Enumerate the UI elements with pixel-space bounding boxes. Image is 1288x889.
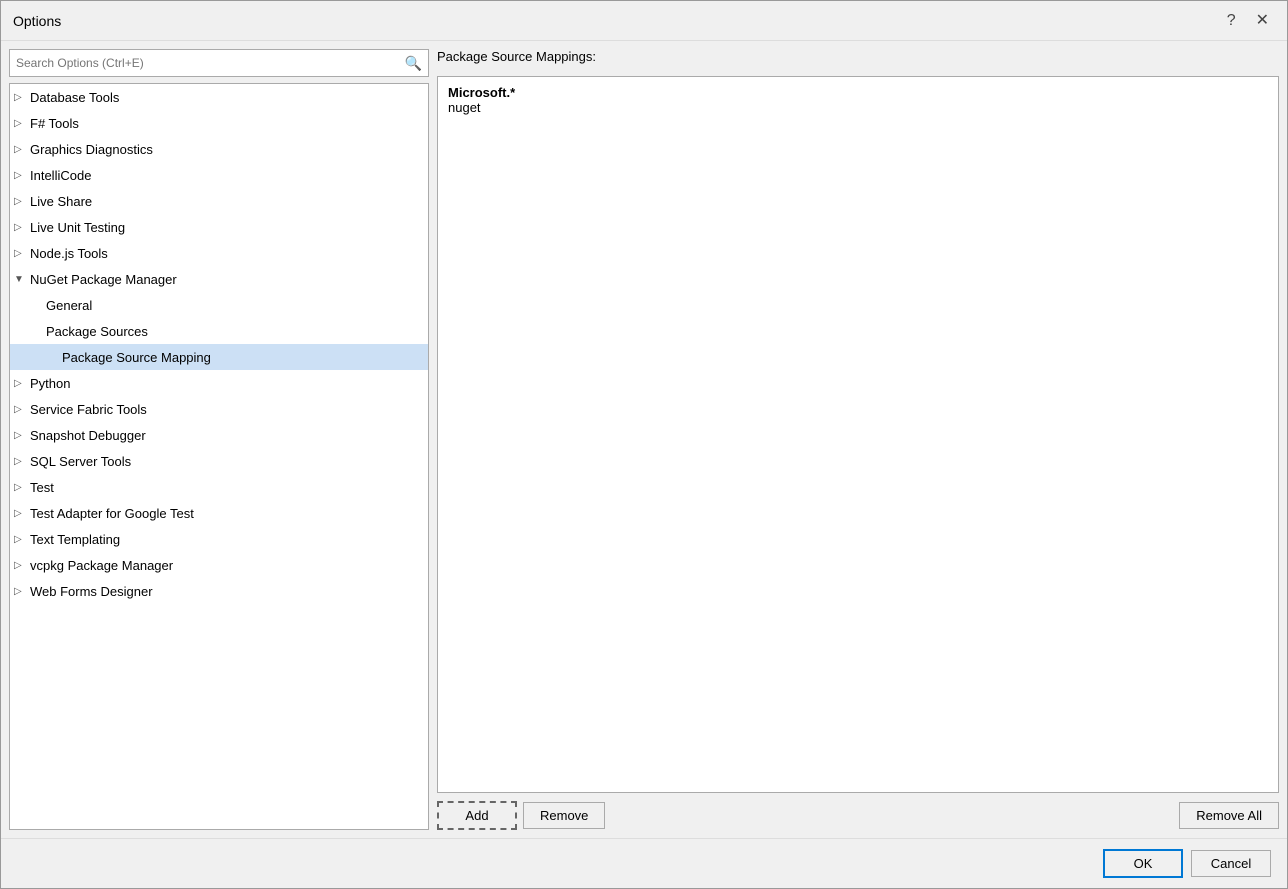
tree-item-text-templating[interactable]: ▷ Text Templating: [10, 526, 428, 552]
add-button[interactable]: Add: [437, 801, 517, 830]
section-title: Package Source Mappings:: [437, 49, 1279, 64]
mapping-box: Microsoft.* nuget: [437, 76, 1279, 793]
tree-item-label: Node.js Tools: [30, 246, 108, 261]
options-dialog: Options ? ✕ 🔍 ▷ Database Tools ▷ F# Tools ▷ G…: [0, 0, 1288, 889]
tree-item-label: General: [46, 298, 92, 313]
right-panel: Package Source Mappings: Microsoft.* nug…: [437, 49, 1279, 830]
remove-all-button[interactable]: Remove All: [1179, 802, 1279, 829]
mapping-entry-normal: nuget: [448, 100, 1268, 115]
tree-item-nuget-general[interactable]: General: [10, 292, 428, 318]
arrow-icon: ▷: [14, 222, 26, 233]
tree-item-label: Python: [30, 376, 70, 391]
tree-item-label: Package Source Mapping: [62, 350, 211, 365]
mapping-entry-bold: Microsoft.*: [448, 85, 1268, 100]
tree-item-nodejs-tools[interactable]: ▷ Node.js Tools: [10, 240, 428, 266]
search-input[interactable]: [10, 54, 399, 72]
tree-item-label: vcpkg Package Manager: [30, 558, 173, 573]
action-buttons: Add Remove Remove All: [437, 801, 1279, 830]
tree-item-label: Test: [30, 480, 54, 495]
arrow-icon: ▷: [14, 144, 26, 155]
tree-item-database-tools[interactable]: ▷ Database Tools: [10, 84, 428, 110]
tree-item-nuget-package-manager[interactable]: ▼ NuGet Package Manager: [10, 266, 428, 292]
cancel-button[interactable]: Cancel: [1191, 850, 1271, 877]
tree-item-label: Package Sources: [46, 324, 148, 339]
search-icon-button[interactable]: 🔍: [399, 53, 428, 74]
tree-item-label: Database Tools: [30, 90, 119, 105]
tree-item-service-fabric-tools[interactable]: ▷ Service Fabric Tools: [10, 396, 428, 422]
tree-item-live-share[interactable]: ▷ Live Share: [10, 188, 428, 214]
arrow-icon: ▼: [14, 274, 26, 285]
title-bar: Options ? ✕: [1, 1, 1287, 41]
tree-item-label: F# Tools: [30, 116, 79, 131]
tree-item-web-forms-designer[interactable]: ▷ Web Forms Designer: [10, 578, 428, 604]
tree-item-label: SQL Server Tools: [30, 454, 131, 469]
title-bar-controls: ? ✕: [1221, 11, 1275, 31]
arrow-icon: ▷: [14, 248, 26, 259]
tree-item-vcpkg-package-manager[interactable]: ▷ vcpkg Package Manager: [10, 552, 428, 578]
arrow-icon: ▷: [14, 508, 26, 519]
arrow-icon: ▷: [14, 404, 26, 415]
help-button[interactable]: ?: [1221, 11, 1242, 31]
tree-item-sql-server-tools[interactable]: ▷ SQL Server Tools: [10, 448, 428, 474]
arrow-icon: ▷: [14, 92, 26, 103]
tree-item-label: Test Adapter for Google Test: [30, 506, 194, 521]
tree-item-python[interactable]: ▷ Python: [10, 370, 428, 396]
arrow-icon: ▷: [14, 534, 26, 545]
tree-item-nuget-package-source-mapping[interactable]: Package Source Mapping: [10, 344, 428, 370]
arrow-icon: ▷: [14, 456, 26, 467]
search-box: 🔍: [9, 49, 429, 77]
tree-item-label: Snapshot Debugger: [30, 428, 146, 443]
tree-item-test-adapter-google-test[interactable]: ▷ Test Adapter for Google Test: [10, 500, 428, 526]
arrow-icon: ▷: [14, 196, 26, 207]
close-button[interactable]: ✕: [1250, 11, 1275, 31]
tree-item-graphics-diagnostics[interactable]: ▷ Graphics Diagnostics: [10, 136, 428, 162]
search-icon: 🔍: [405, 55, 422, 71]
arrow-icon: ▷: [14, 586, 26, 597]
tree-container[interactable]: ▷ Database Tools ▷ F# Tools ▷ Graphics Diagno…: [9, 83, 429, 830]
arrow-icon: ▷: [14, 560, 26, 571]
tree-item-label: IntelliCode: [30, 168, 91, 183]
tree-item-live-unit-testing[interactable]: ▷ Live Unit Testing: [10, 214, 428, 240]
left-panel: 🔍 ▷ Database Tools ▷ F# Tools ▷ Graphics Diag…: [9, 49, 429, 830]
tree-item-fsharp-tools[interactable]: ▷ F# Tools: [10, 110, 428, 136]
footer: OK Cancel: [1, 838, 1287, 888]
ok-button[interactable]: OK: [1103, 849, 1183, 878]
tree-item-test[interactable]: ▷ Test: [10, 474, 428, 500]
tree-item-label: Service Fabric Tools: [30, 402, 147, 417]
tree-item-nuget-package-sources[interactable]: Package Sources: [10, 318, 428, 344]
tree-item-label: Graphics Diagnostics: [30, 142, 153, 157]
arrow-icon: ▷: [14, 482, 26, 493]
tree-item-intellicode[interactable]: ▷ IntelliCode: [10, 162, 428, 188]
tree-item-label: Text Templating: [30, 532, 120, 547]
dialog-title: Options: [13, 13, 61, 29]
arrow-icon: ▷: [14, 170, 26, 181]
arrow-icon: ▷: [14, 378, 26, 389]
main-content: 🔍 ▷ Database Tools ▷ F# Tools ▷ Graphics Diag…: [1, 41, 1287, 838]
arrow-icon: ▷: [14, 118, 26, 129]
tree-item-label: Live Share: [30, 194, 92, 209]
tree-item-label: NuGet Package Manager: [30, 272, 177, 287]
tree-item-snapshot-debugger[interactable]: ▷ Snapshot Debugger: [10, 422, 428, 448]
remove-button[interactable]: Remove: [523, 802, 605, 829]
tree-item-label: Live Unit Testing: [30, 220, 125, 235]
tree-item-label: Web Forms Designer: [30, 584, 153, 599]
arrow-icon: ▷: [14, 430, 26, 441]
